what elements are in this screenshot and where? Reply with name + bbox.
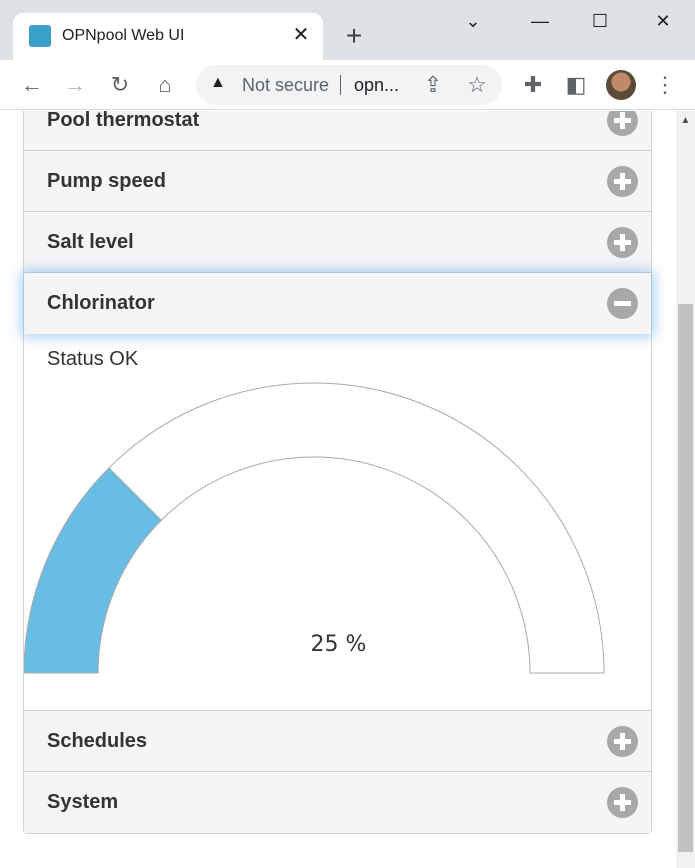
browser-tab[interactable]: OPNpool Web UI ✕ [13, 13, 323, 60]
tab-title: OPNpool Web UI [62, 27, 185, 44]
close-tab-icon[interactable]: ✕ [289, 23, 313, 47]
expand-plus-icon[interactable] [607, 111, 638, 136]
reload-icon[interactable]: ↻ [105, 70, 135, 100]
omnibox-divider [340, 75, 341, 95]
accordion-label: Pool thermostat [47, 111, 200, 131]
address-bar[interactable]: ▲ Not secure opn... [196, 65, 502, 105]
expand-plus-icon[interactable] [607, 787, 638, 818]
accordion-label: Salt level [47, 231, 134, 253]
bookmark-star-icon[interactable]: ☆ [462, 70, 492, 100]
maximize-icon[interactable]: ☐ [580, 6, 620, 36]
back-icon[interactable]: ← [17, 70, 47, 100]
accordion: Pool thermostat Pump speed Salt level Ch… [23, 111, 652, 834]
new-tab-button[interactable]: + [340, 22, 368, 50]
scroll-up-arrow[interactable]: ▲ [678, 115, 693, 130]
accordion-item-system[interactable]: System [24, 772, 651, 833]
accordion-label: System [47, 791, 119, 813]
chlorinator-panel: Status OK 25 % [24, 334, 651, 711]
home-icon[interactable]: ⌂ [150, 70, 180, 100]
browser-chrome: OPNpool Web UI ✕ + ⌄ — ☐ ✕ ← → ↻ ⌂ ▲ Not… [0, 0, 695, 110]
accordion-label: Schedules [47, 730, 148, 752]
extensions-icon[interactable]: ✚ [518, 70, 548, 100]
menu-kebab-icon[interactable]: ⋮ [650, 70, 680, 100]
expand-plus-icon[interactable] [607, 166, 638, 197]
forward-icon[interactable]: → [60, 70, 90, 100]
tab-search-icon[interactable]: ⌄ [453, 6, 493, 36]
browser-toolbar: ← → ↻ ⌂ ▲ Not secure opn... ⇪ ☆ ✚ ◧ ⋮ [0, 60, 695, 110]
accordion-label: Chlorinator [47, 292, 155, 314]
favicon-icon [29, 25, 51, 47]
share-icon[interactable]: ⇪ [418, 70, 448, 100]
accordion-item-pool-thermostat[interactable]: Pool thermostat [24, 111, 651, 151]
page-viewport: Pool thermostat Pump speed Salt level Ch… [0, 111, 695, 868]
accordion-item-chlorinator[interactable]: Chlorinator [24, 273, 651, 334]
close-window-icon[interactable]: ✕ [643, 6, 683, 36]
url-text: opn... [354, 75, 400, 95]
expand-plus-icon[interactable] [607, 227, 638, 258]
scrollbar-thumb[interactable] [678, 304, 693, 852]
accordion-item-schedules[interactable]: Schedules [24, 711, 651, 772]
warning-icon: ▲ [210, 74, 226, 91]
expand-plus-icon[interactable] [607, 726, 638, 757]
collapse-minus-icon[interactable] [607, 288, 638, 319]
security-label: Not secure [242, 75, 330, 95]
accordion-item-pump-speed[interactable]: Pump speed [24, 151, 651, 212]
accordion-label: Pump speed [47, 170, 166, 192]
minimize-icon[interactable]: — [520, 6, 560, 36]
profile-avatar[interactable] [606, 70, 636, 100]
gauge-value-text: 25 % [310, 632, 367, 657]
accordion-item-salt-level[interactable]: Salt level [24, 212, 651, 273]
side-panel-icon[interactable]: ◧ [561, 70, 591, 100]
